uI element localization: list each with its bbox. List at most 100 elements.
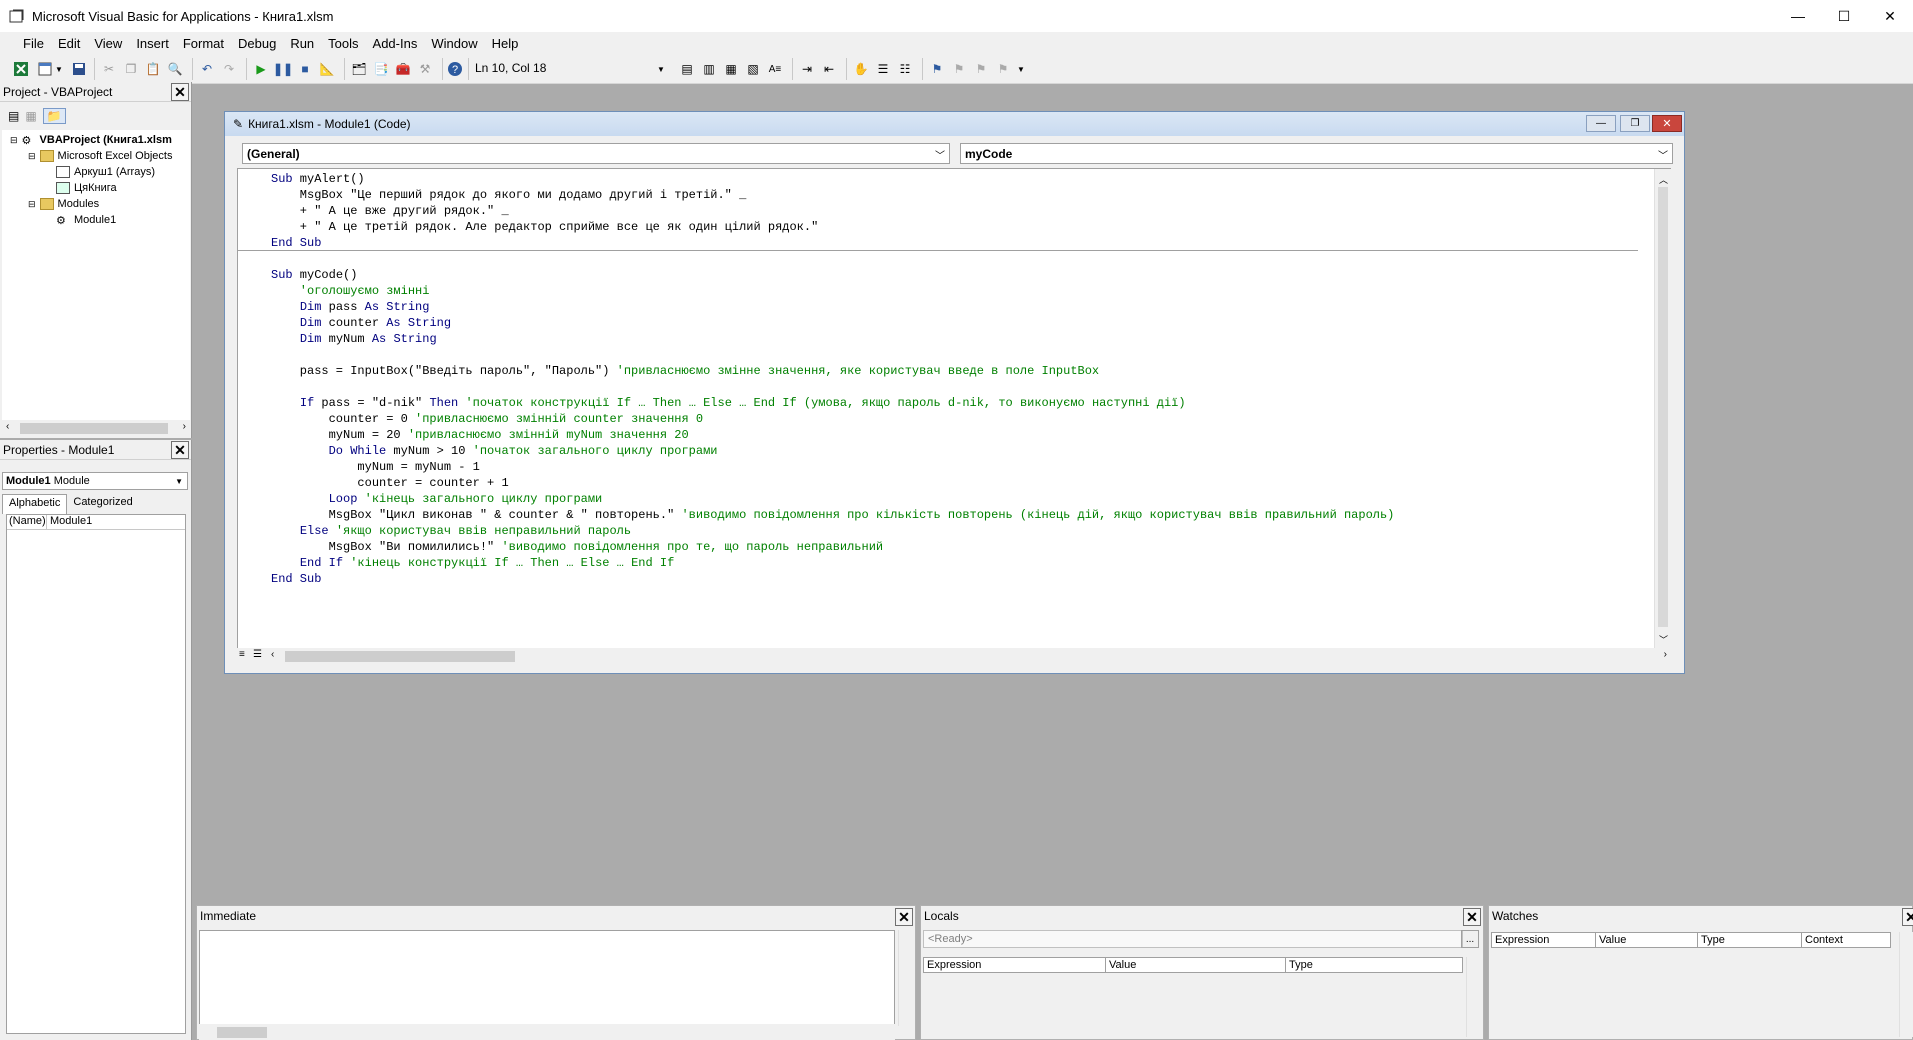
code-line[interactable]: MsgBox "Це перший рядок до якого ми дода… (271, 187, 1394, 203)
insert-module-icon[interactable] (36, 60, 54, 78)
list-properties-icon[interactable]: ▤ (678, 60, 696, 78)
reset-icon[interactable]: ■ (296, 60, 314, 78)
code-line[interactable]: If pass = "d-nik" Then 'початок конструк… (271, 395, 1394, 411)
break-icon[interactable]: ❚❚ (273, 60, 293, 78)
tree-item-excel-objects[interactable]: ⊟ Microsoft Excel Objects (28, 148, 172, 164)
comment-block-icon[interactable]: ☰ (874, 60, 892, 78)
run-icon[interactable]: ▶ (252, 60, 270, 78)
code-line[interactable]: Dim pass As String (271, 299, 1394, 315)
object-combo[interactable]: (General) ﹀ (242, 143, 950, 164)
edit-toolbar-options-icon[interactable]: ▼ (1016, 60, 1026, 78)
outdent-icon[interactable]: ⇤ (820, 60, 838, 78)
code-editor[interactable]: Sub myAlert() MsgBox "Це перший рядок до… (237, 168, 1671, 648)
tab-categorized[interactable]: Categorized (67, 494, 138, 514)
code-line[interactable]: Loop 'кінець загального циклу програми (271, 491, 1394, 507)
copy-icon[interactable]: ❐ (122, 60, 140, 78)
watches-col-expression[interactable]: Expression (1492, 933, 1596, 947)
code-line[interactable]: counter = 0 'привласнюємо змінній counte… (271, 411, 1394, 427)
undo-icon[interactable]: ↶ (198, 60, 216, 78)
code-line[interactable]: Dim counter As String (271, 315, 1394, 331)
code-line[interactable]: MsgBox "Цикл виконав " & counter & " пов… (271, 507, 1395, 523)
tree-item-thisworkbook[interactable]: ЦяКнига (56, 180, 117, 196)
immediate-input[interactable] (199, 930, 895, 1026)
tree-item-sheet1[interactable]: Аркуш1 (Arrays) (56, 164, 155, 180)
code-line[interactable] (271, 251, 1394, 267)
code-line[interactable]: myNum = myNum - 1 (271, 459, 1394, 475)
code-restore-button[interactable]: ❐ (1620, 115, 1650, 132)
procedure-view-icon[interactable]: ≡ (239, 649, 245, 660)
code-line[interactable]: MsgBox "Ви помилились!" 'виводимо повідо… (271, 539, 1394, 555)
object-selector[interactable]: Module1 Module ▼ (2, 472, 188, 490)
toggle-folders-icon[interactable]: 📁 (42, 108, 66, 124)
view-code-icon[interactable]: ▤ (8, 109, 19, 123)
code-horizontal-scrollbar[interactable]: ≡ ☰ ‹ › (237, 648, 1671, 665)
watches-col-context[interactable]: Context (1802, 933, 1890, 947)
project-explorer-icon[interactable]: 🗂 (350, 60, 368, 78)
list-constants-icon[interactable]: ▥ (700, 60, 718, 78)
locals-col-value[interactable]: Value (1106, 958, 1286, 972)
previous-bookmark-icon[interactable]: ⚑ (972, 60, 990, 78)
cut-icon[interactable]: ✂ (100, 60, 118, 78)
locals-vertical-scrollbar[interactable] (1466, 957, 1483, 1037)
find-icon[interactable]: 🔍 (166, 60, 184, 78)
code-line[interactable] (271, 347, 1394, 363)
full-module-view-icon[interactable]: ☰ (253, 649, 262, 660)
menu-edit[interactable]: Edit (51, 34, 87, 53)
maximize-button[interactable]: ☐ (1821, 0, 1867, 32)
save-icon[interactable] (70, 60, 88, 78)
code-line[interactable]: + " А це третій рядок. Але редактор спри… (271, 219, 1394, 235)
toggle-breakpoint-icon[interactable]: ✋ (852, 60, 870, 78)
close-immediate-button[interactable]: ✕ (895, 908, 913, 926)
tree-item-modules[interactable]: ⊟ Modules (28, 196, 99, 212)
code-line[interactable]: End Sub (271, 571, 1394, 587)
code-line[interactable]: pass = InputBox("Введіть пароль", "Парол… (271, 363, 1394, 379)
code-line[interactable]: Else 'якщо користувач ввів неправильний … (271, 523, 1394, 539)
menu-insert[interactable]: Insert (129, 34, 176, 53)
indent-icon[interactable]: ⇥ (798, 60, 816, 78)
close-project-explorer-button[interactable]: ✕ (171, 83, 189, 101)
code-vertical-scrollbar[interactable]: ︿ ﹀ (1654, 169, 1671, 648)
code-close-button[interactable]: ✕ (1652, 115, 1682, 132)
close-watches-button[interactable]: ✕ (1902, 908, 1913, 926)
locals-col-expression[interactable]: Expression (924, 958, 1106, 972)
object-browser-icon[interactable]: 🧰 (394, 60, 412, 78)
properties-window-icon[interactable]: 📑 (372, 60, 390, 78)
property-row-name[interactable]: (Name) Module1 (7, 515, 185, 530)
code-line[interactable]: 'оголошуємо змінні (271, 283, 1394, 299)
menu-file[interactable]: File (16, 34, 51, 53)
menu-tools[interactable]: Tools (321, 34, 365, 53)
menu-debug[interactable]: Debug (231, 34, 283, 53)
toggle-bookmark-icon[interactable]: ⚑ (928, 60, 946, 78)
minimize-button[interactable]: — (1775, 0, 1821, 32)
code-line[interactable]: + " А це вже другий рядок." _ (271, 203, 1394, 219)
dropdown-arrow-icon[interactable]: ▼ (54, 60, 64, 78)
parameter-info-icon[interactable]: ▧ (744, 60, 762, 78)
code-line[interactable] (271, 379, 1394, 395)
clear-bookmarks-icon[interactable]: ⚑ (994, 60, 1012, 78)
immediate-vertical-scrollbar[interactable] (898, 930, 915, 1026)
menu-format[interactable]: Format (176, 34, 231, 53)
code-line[interactable]: Sub myAlert() (271, 171, 1394, 187)
code-line[interactable]: myNum = 20 'привласнюємо змінній myNum з… (271, 427, 1394, 443)
code-line[interactable]: End Sub (271, 235, 1394, 251)
code-line[interactable]: Sub myCode() (271, 267, 1394, 283)
procedure-combo[interactable]: myCode ﹀ (960, 143, 1673, 164)
project-horizontal-scrollbar[interactable]: ‹ › (2, 420, 190, 437)
watches-col-value[interactable]: Value (1596, 933, 1698, 947)
view-excel-icon[interactable] (12, 60, 30, 78)
redo-icon[interactable]: ↷ (220, 60, 238, 78)
next-bookmark-icon[interactable]: ⚑ (950, 60, 968, 78)
call-stack-button[interactable]: ... (1461, 930, 1479, 948)
paste-icon[interactable]: 📋 (144, 60, 162, 78)
tree-item-vbaproject[interactable]: ⊟ ⚙ VBAProject (Книга1.xlsm (10, 132, 172, 148)
menu-addins[interactable]: Add-Ins (366, 34, 425, 53)
tab-alphabetic[interactable]: Alphabetic (2, 494, 68, 514)
code-line[interactable]: Dim myNum As String (271, 331, 1394, 347)
complete-word-icon[interactable]: A≡ (766, 60, 784, 78)
code-text[interactable]: Sub myAlert() MsgBox "Це перший рядок до… (271, 171, 1394, 587)
view-object-icon[interactable]: ▦ (25, 109, 36, 123)
code-minimize-button[interactable]: — (1586, 115, 1616, 132)
quick-info-icon[interactable]: ▦ (722, 60, 740, 78)
watches-col-type[interactable]: Type (1698, 933, 1802, 947)
close-locals-button[interactable]: ✕ (1463, 908, 1481, 926)
